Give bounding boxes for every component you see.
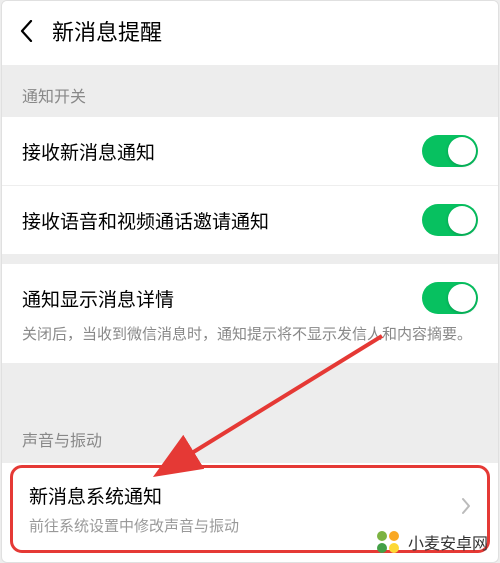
- settings-screen: 新消息提醒 通知开关 接收新消息通知 接收语音和视频通话邀请通知 通知显示消息详…: [1, 0, 499, 563]
- desc-show-detail: 关闭后，当收到微信消息时，通知提示将不显示发信人和内容摘要。: [22, 324, 478, 347]
- toggle-receive-new[interactable]: [422, 135, 478, 167]
- label-show-detail: 通知显示消息详情: [22, 285, 174, 312]
- header-bar: 新消息提醒: [2, 1, 498, 65]
- detail-block: 通知显示消息详情 关闭后，当收到微信消息时，通知提示将不显示发信人和内容摘要。: [2, 264, 498, 363]
- notification-group: 接收新消息通知 接收语音和视频通话邀请通知: [2, 117, 498, 254]
- section-header-sound: 声音与振动: [2, 413, 498, 463]
- label-receive-new: 接收新消息通知: [22, 138, 155, 165]
- row-show-detail[interactable]: 通知显示消息详情: [22, 282, 478, 314]
- chevron-right-icon: [461, 497, 471, 521]
- row-receive-new-messages[interactable]: 接收新消息通知: [2, 117, 498, 186]
- divider: [2, 254, 498, 264]
- label-system-notification: 新消息系统通知: [29, 482, 461, 509]
- section-header-notification: 通知开关: [2, 65, 498, 117]
- toggle-show-detail[interactable]: [422, 282, 478, 314]
- watermark-text: 小麦安卓网: [408, 530, 488, 554]
- row-receive-voice-video[interactable]: 接收语音和视频通话邀请通知: [2, 186, 498, 254]
- back-icon[interactable]: [20, 19, 34, 43]
- toggle-receive-voice-video[interactable]: [422, 204, 478, 236]
- label-receive-voice-video: 接收语音和视频通话邀请通知: [22, 207, 269, 234]
- page-title: 新消息提醒: [52, 15, 162, 47]
- spacer: [2, 363, 498, 413]
- watermark: 小麦安卓网: [374, 528, 488, 556]
- watermark-logo-icon: [374, 528, 402, 556]
